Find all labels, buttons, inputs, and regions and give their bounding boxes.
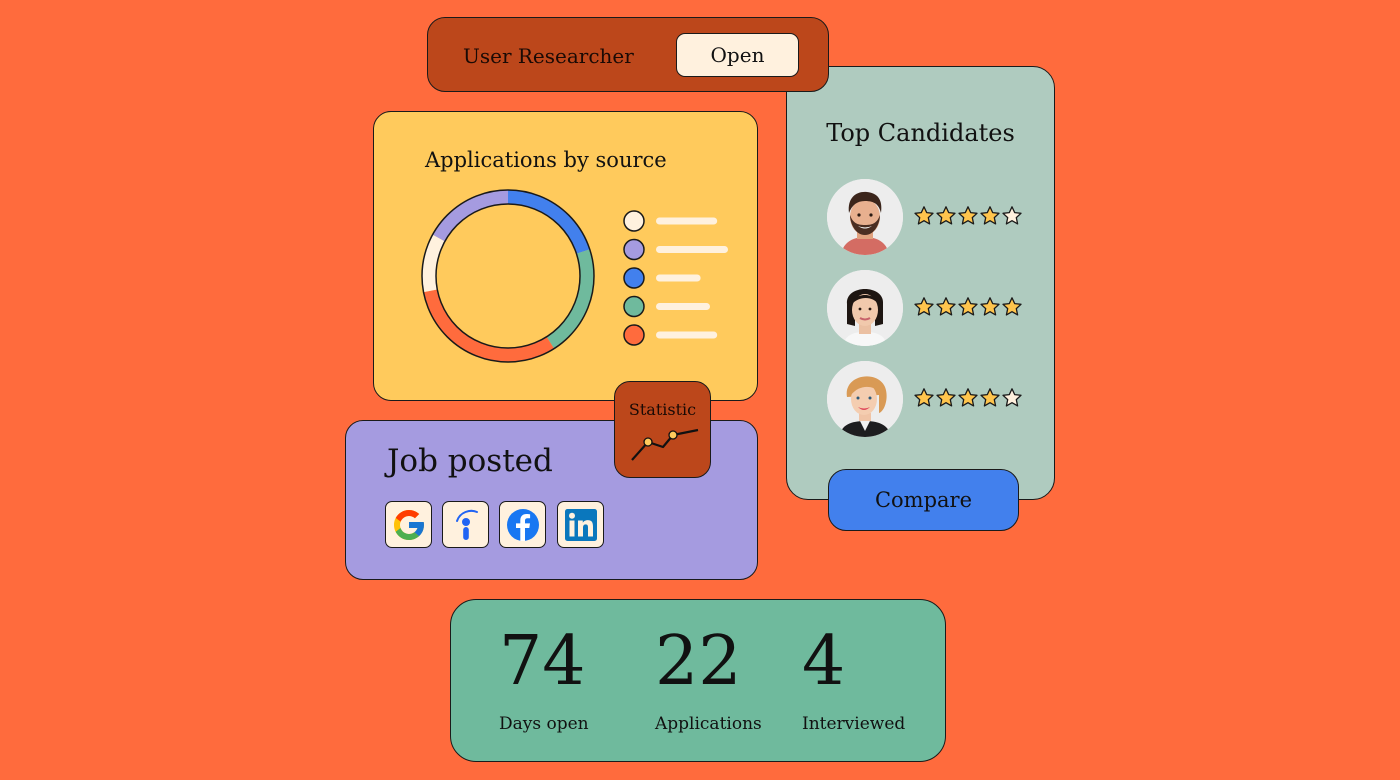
star-filled-icon bbox=[957, 387, 979, 409]
top-candidates-title: Top Candidates bbox=[826, 119, 1015, 147]
candidate-row[interactable] bbox=[827, 179, 1037, 255]
star-filled-icon bbox=[935, 205, 957, 227]
job-status-open-button[interactable]: Open bbox=[676, 33, 799, 77]
star-filled-icon bbox=[979, 387, 1001, 409]
star-filled-icon bbox=[913, 387, 935, 409]
compare-candidates-button[interactable]: Compare bbox=[828, 469, 1019, 531]
legend-swatch bbox=[623, 324, 645, 346]
star-filled-icon bbox=[913, 205, 935, 227]
candidate-row[interactable] bbox=[827, 361, 1037, 437]
google-button[interactable] bbox=[385, 501, 432, 548]
star-filled-icon bbox=[957, 205, 979, 227]
donut-slice bbox=[432, 190, 508, 242]
star-filled-icon bbox=[913, 296, 935, 318]
job-posted-title: Job posted bbox=[387, 443, 553, 479]
legend-label-placeholder bbox=[656, 303, 710, 310]
facebook-icon bbox=[506, 508, 539, 541]
candidate-rating bbox=[913, 296, 1023, 318]
star-empty-icon bbox=[1001, 387, 1023, 409]
stat-label: Interviewed bbox=[802, 714, 906, 734]
legend-label-placeholder bbox=[656, 246, 728, 253]
legend-swatch bbox=[623, 238, 645, 261]
legend-swatch bbox=[623, 267, 645, 289]
legend-swatch bbox=[623, 210, 645, 232]
candidate-row[interactable] bbox=[827, 270, 1037, 346]
job-title: User Researcher bbox=[463, 44, 634, 68]
donut-outline bbox=[435, 203, 581, 349]
candidate-avatar-dark-haired-woman[interactable] bbox=[827, 270, 903, 346]
star-empty-icon bbox=[1001, 205, 1023, 227]
line-chart-icon bbox=[631, 428, 699, 461]
stat-applications: 22 Applications bbox=[655, 622, 762, 734]
star-filled-icon bbox=[979, 296, 1001, 318]
indeed-icon bbox=[455, 509, 478, 540]
candidate-avatar-bearded-man[interactable] bbox=[827, 179, 903, 255]
statistic-button[interactable]: Statistic bbox=[614, 381, 711, 478]
stat-value: 74 bbox=[499, 622, 586, 701]
linkedin-button[interactable] bbox=[557, 501, 604, 548]
stat-value: 22 bbox=[655, 622, 742, 701]
legend-swatch bbox=[623, 295, 645, 318]
donut-slice bbox=[422, 234, 445, 293]
stat-days-open: 74 Days open bbox=[499, 622, 589, 734]
legend-label-placeholder bbox=[656, 217, 718, 225]
candidate-avatar-blonde-woman[interactable] bbox=[827, 361, 903, 437]
facebook-button[interactable] bbox=[499, 501, 546, 548]
linkedin-icon bbox=[564, 508, 597, 541]
star-filled-icon bbox=[1001, 296, 1023, 318]
stat-label: Applications bbox=[655, 714, 762, 734]
google-icon bbox=[393, 509, 424, 540]
stat-interviewed: 4 Interviewed bbox=[802, 622, 905, 734]
indeed-button[interactable] bbox=[442, 501, 489, 548]
star-filled-icon bbox=[935, 296, 957, 318]
donut-slice bbox=[546, 249, 594, 349]
applications-donut-chart bbox=[421, 189, 728, 363]
stat-value: 4 bbox=[802, 622, 846, 701]
star-filled-icon bbox=[935, 387, 957, 409]
top-candidates-card: Top Candidates bbox=[786, 66, 1055, 500]
donut-slice bbox=[423, 289, 555, 362]
job-stats-card: 74 Days open 22 Applications 4 Interview… bbox=[450, 599, 946, 762]
star-filled-icon bbox=[979, 205, 1001, 227]
legend-label-placeholder bbox=[656, 331, 718, 339]
star-filled-icon bbox=[957, 296, 979, 318]
stat-label: Days open bbox=[499, 714, 589, 734]
job-title-bar: User Researcher Open bbox=[427, 17, 829, 92]
applications-by-source-card: Applications by source bbox=[373, 111, 758, 401]
candidate-rating bbox=[913, 387, 1023, 409]
candidate-rating bbox=[913, 205, 1023, 227]
legend-label-placeholder bbox=[656, 274, 701, 282]
